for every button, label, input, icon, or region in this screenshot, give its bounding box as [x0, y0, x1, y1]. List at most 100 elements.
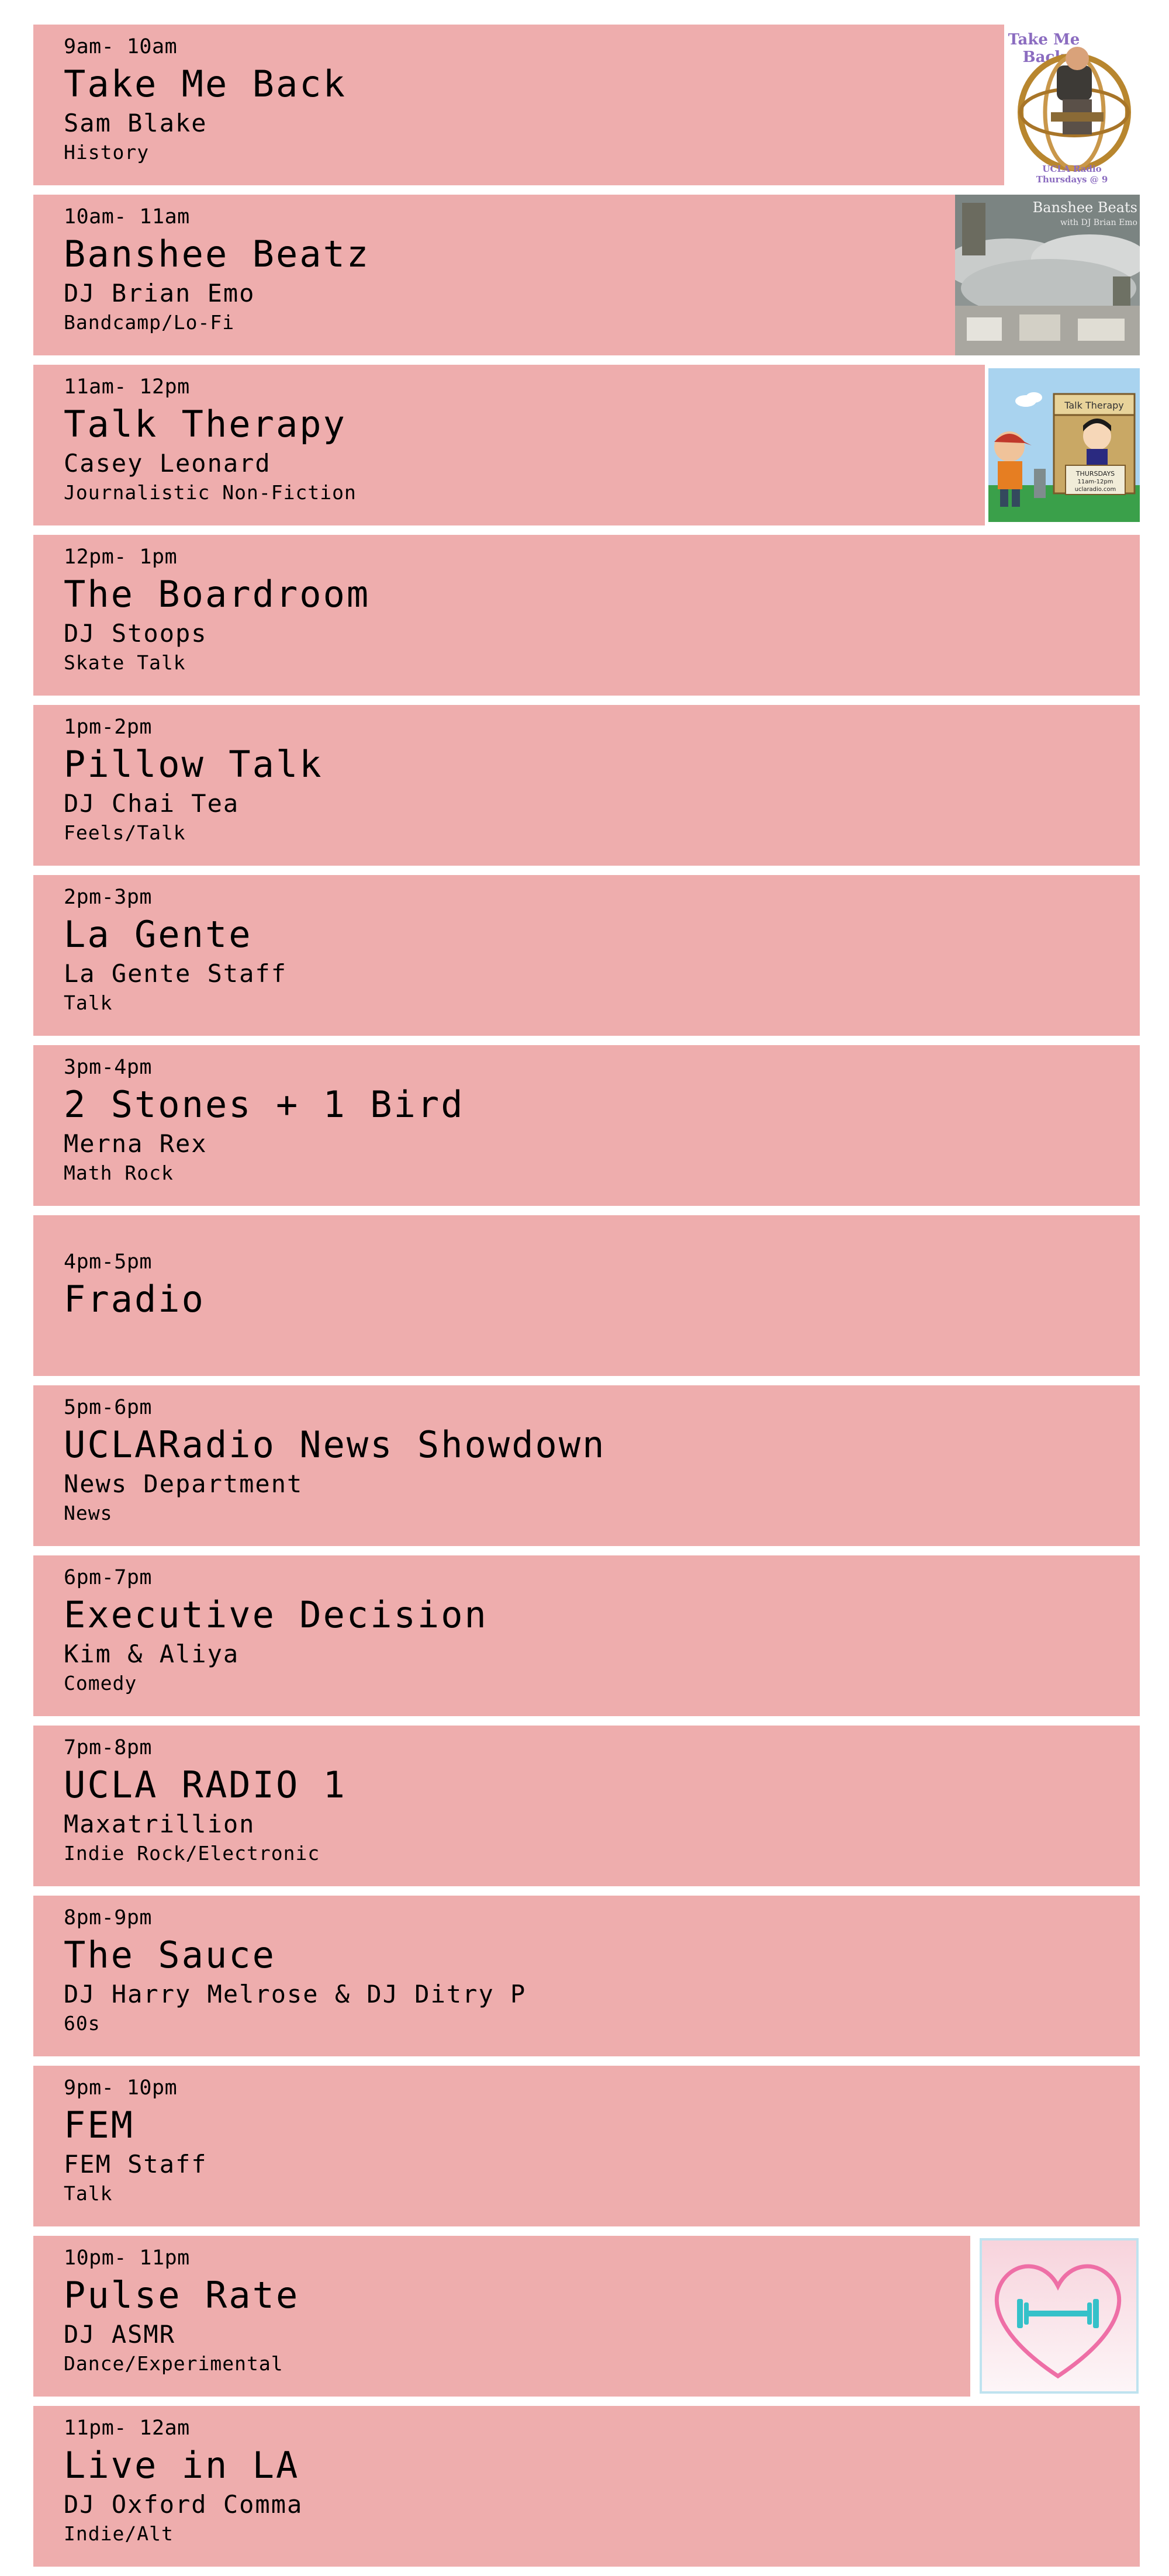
show-host: DJ Chai Tea: [64, 789, 240, 818]
show-time: 9am- 10am: [64, 35, 178, 58]
show-genre: Indie Rock/Electronic: [64, 1842, 320, 1865]
pulse-rate-artwork[interactable]: [970, 2236, 1140, 2397]
show-card[interactable]: 11am- 12pm Talk Therapy Casey Leonard Jo…: [33, 365, 1140, 525]
show-genre: Math Rock: [64, 1161, 174, 1184]
show-card[interactable]: 7pm-8pm UCLA RADIO 1 Maxatrillion Indie …: [33, 1726, 1140, 1886]
show-title[interactable]: The Sauce: [64, 1932, 941, 1979]
show-card[interactable]: 5pm-6pm UCLARadio News Showdown News Dep…: [33, 1385, 1140, 1546]
show-card[interactable]: 6pm-7pm Executive Decision Kim & Aliya C…: [33, 1555, 1140, 1716]
show-time: 6pm-7pm: [64, 1566, 153, 1589]
show-info: 8pm-9pm The Sauce DJ Harry Melrose & DJ …: [64, 1904, 941, 2037]
show-time: 1pm-2pm: [64, 715, 153, 739]
show-info: 9am- 10am Take Me Back Sam Blake History: [64, 33, 941, 166]
show-info: 11pm- 12am Live in LA DJ Oxford Comma In…: [64, 2414, 941, 2547]
show-card[interactable]: 12pm- 1pm The Boardroom DJ Stoops Skate …: [33, 535, 1140, 696]
show-genre: 60s: [64, 2012, 101, 2035]
show-genre: Skate Talk: [64, 651, 186, 674]
show-title[interactable]: Pulse Rate: [64, 2272, 941, 2319]
show-genre: Comedy: [64, 1672, 137, 1695]
show-genre: Indie/Alt: [64, 2522, 174, 2545]
show-time: 5pm-6pm: [64, 1396, 153, 1419]
show-title[interactable]: UCLARadio News Showdown: [64, 1422, 941, 1468]
show-host: La Gente Staff: [64, 959, 288, 988]
show-genre: Talk: [64, 2182, 113, 2205]
show-time: 11am- 12pm: [64, 375, 190, 399]
show-host: DJ Stoops: [64, 619, 207, 648]
show-title[interactable]: Fradio: [64, 1276, 941, 1323]
show-card[interactable]: 1pm-2pm Pillow Talk DJ Chai Tea Feels/Ta…: [33, 705, 1140, 866]
talk-therapy-artwork[interactable]: Talk Therapy THURSDAYS 11am-12pm uclarad…: [985, 365, 1140, 525]
show-info: 9pm- 10pm FEM FEM Staff Talk: [64, 2074, 941, 2207]
show-title[interactable]: Banshee Beatz: [64, 231, 941, 278]
svg-text:uclaradio.com: uclaradio.com: [1075, 486, 1116, 493]
svg-text:THURSDAYS: THURSDAYS: [1075, 470, 1115, 478]
show-card[interactable]: 8pm-9pm The Sauce DJ Harry Melrose & DJ …: [33, 1896, 1140, 2056]
show-info: 3pm-4pm 2 Stones + 1 Bird Merna Rex Math…: [64, 1053, 941, 1187]
show-host: Sam Blake: [64, 109, 207, 137]
show-info: 12pm- 1pm The Boardroom DJ Stoops Skate …: [64, 543, 941, 676]
show-card[interactable]: 9am- 10am Take Me Back Sam Blake History…: [33, 25, 1140, 185]
svg-text:UCLA Radio: UCLA Radio: [1042, 164, 1101, 174]
show-title[interactable]: Executive Decision: [64, 1592, 941, 1638]
show-info: 10am- 11am Banshee Beatz DJ Brian Emo Ba…: [64, 203, 941, 336]
show-time: 9pm- 10pm: [64, 2076, 178, 2100]
show-card[interactable]: 11pm- 12am Live in LA DJ Oxford Comma In…: [33, 2406, 1140, 2567]
show-time: 10am- 11am: [64, 205, 190, 229]
show-title[interactable]: 2 Stones + 1 Bird: [64, 1081, 941, 1128]
show-title[interactable]: The Boardroom: [64, 571, 941, 618]
show-time: 10pm- 11pm: [64, 2246, 190, 2270]
show-genre: Dance/Experimental: [64, 2352, 283, 2375]
show-host: FEM Staff: [64, 2150, 207, 2179]
show-host: Merna Rex: [64, 1129, 207, 1158]
svg-text:Thursdays @ 9: Thursdays @ 9: [1036, 174, 1108, 185]
show-time: 2pm-3pm: [64, 886, 153, 909]
show-card[interactable]: 9pm- 10pm FEM FEM Staff Talk: [33, 2066, 1140, 2226]
show-time: 3pm-4pm: [64, 1056, 153, 1079]
show-info: 1pm-2pm Pillow Talk DJ Chai Tea Feels/Ta…: [64, 713, 941, 846]
show-time: 4pm-5pm: [64, 1250, 153, 1274]
show-title[interactable]: Talk Therapy: [64, 401, 941, 448]
show-time: 12pm- 1pm: [64, 545, 178, 569]
show-title[interactable]: FEM: [64, 2102, 941, 2149]
show-card[interactable]: 10am- 11am Banshee Beatz DJ Brian Emo Ba…: [33, 195, 1140, 355]
show-title[interactable]: La Gente: [64, 911, 941, 958]
show-genre: News: [64, 1502, 113, 1524]
show-info: 4pm-5pm Fradio: [64, 1248, 941, 1323]
show-host: Kim & Aliya: [64, 1640, 240, 1668]
show-genre: Feels/Talk: [64, 821, 186, 844]
show-title[interactable]: Live in LA: [64, 2442, 941, 2489]
show-title[interactable]: UCLA RADIO 1: [64, 1762, 941, 1809]
banshee-beats-artwork[interactable]: Banshee Beats with DJ Brian Emo: [955, 195, 1140, 355]
show-schedule-list: 9am- 10am Take Me Back Sam Blake History…: [33, 25, 1140, 2576]
show-info: 11am- 12pm Talk Therapy Casey Leonard Jo…: [64, 373, 941, 506]
show-host: DJ Harry Melrose & DJ Ditry P: [64, 1980, 527, 2008]
show-title[interactable]: Pillow Talk: [64, 741, 941, 788]
show-host: DJ Oxford Comma: [64, 2490, 303, 2519]
take-me-back-artwork[interactable]: Take Me Back UCLA Radio Thursdays @ 9: [1004, 25, 1140, 185]
svg-text:Banshee Beats: Banshee Beats: [1033, 199, 1137, 216]
show-title[interactable]: Take Me Back: [64, 61, 941, 108]
show-info: 10pm- 11pm Pulse Rate DJ ASMR Dance/Expe…: [64, 2244, 941, 2377]
show-host: DJ ASMR: [64, 2320, 176, 2349]
show-genre: Bandcamp/Lo-Fi: [64, 311, 235, 334]
show-genre: Journalistic Non-Fiction: [64, 481, 357, 504]
show-time: 11pm- 12am: [64, 2416, 190, 2440]
show-info: 2pm-3pm La Gente La Gente Staff Talk: [64, 883, 941, 1016]
svg-text:Take Me: Take Me: [1008, 31, 1080, 49]
svg-text:with DJ Brian Emo: with DJ Brian Emo: [1060, 218, 1137, 227]
show-card[interactable]: 4pm-5pm Fradio: [33, 1215, 1140, 1376]
show-time: 8pm-9pm: [64, 1906, 153, 1930]
show-card[interactable]: 2pm-3pm La Gente La Gente Staff Talk: [33, 875, 1140, 1036]
show-info: 6pm-7pm Executive Decision Kim & Aliya C…: [64, 1564, 941, 1697]
show-info: 7pm-8pm UCLA RADIO 1 Maxatrillion Indie …: [64, 1734, 941, 1867]
show-host: Maxatrillion: [64, 1810, 255, 1838]
show-info: 5pm-6pm UCLARadio News Showdown News Dep…: [64, 1394, 941, 1527]
svg-text:11am-12pm: 11am-12pm: [1077, 479, 1113, 485]
show-host: Casey Leonard: [64, 449, 271, 478]
svg-text:Talk Therapy: Talk Therapy: [1064, 400, 1124, 411]
show-genre: History: [64, 141, 150, 164]
show-card[interactable]: 3pm-4pm 2 Stones + 1 Bird Merna Rex Math…: [33, 1045, 1140, 1206]
show-host: DJ Brian Emo: [64, 279, 255, 307]
show-card[interactable]: 10pm- 11pm Pulse Rate DJ ASMR Dance/Expe…: [33, 2236, 1140, 2397]
show-genre: Talk: [64, 991, 113, 1014]
